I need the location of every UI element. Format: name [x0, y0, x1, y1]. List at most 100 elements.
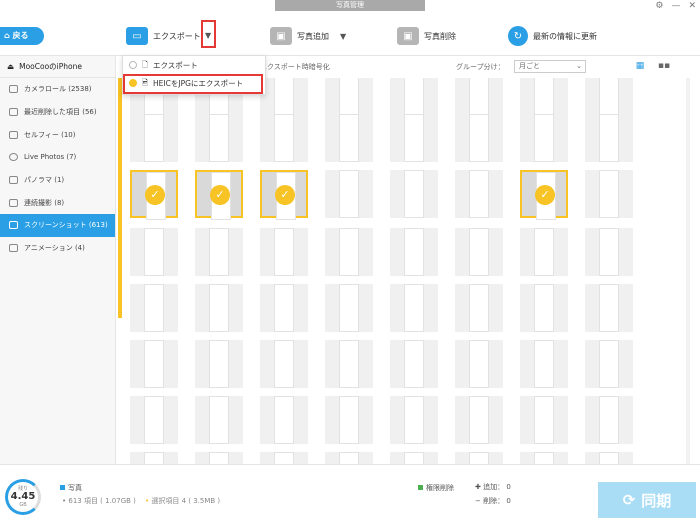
photo-thumbnail[interactable]: [390, 340, 438, 388]
photo-thumbnail[interactable]: [325, 114, 373, 162]
photo-thumbnail[interactable]: ✓: [260, 170, 308, 220]
photo-thumbnail[interactable]: [130, 396, 178, 444]
large-grid-view-icon[interactable]: ▦: [630, 59, 650, 74]
export-dropdown-toggle[interactable]: ▼: [201, 20, 216, 48]
eject-icon[interactable]: ⏏: [7, 62, 14, 71]
photo-thumbnail[interactable]: [260, 396, 308, 444]
photo-thumbnail[interactable]: [260, 228, 308, 276]
photo-thumbnail[interactable]: [195, 114, 243, 162]
export-button[interactable]: ▭ エクスポート: [126, 24, 201, 48]
small-grid-view-icon[interactable]: ▪▪: [654, 59, 674, 74]
photo-thumbnail[interactable]: [325, 228, 373, 276]
sidebar-item-animation[interactable]: アニメーション (4): [0, 237, 115, 260]
photo-thumbnail[interactable]: [195, 452, 243, 464]
user-icon: [9, 130, 18, 139]
photo-thumbnail[interactable]: [260, 340, 308, 388]
photo-thumbnail[interactable]: [520, 452, 568, 464]
photo-thumbnail[interactable]: [585, 170, 633, 218]
screenshot-preview: [274, 114, 294, 162]
group-by-select[interactable]: 月ごと ⌄: [514, 60, 586, 73]
photo-thumbnail[interactable]: [130, 284, 178, 332]
photo-thumbnail[interactable]: [390, 284, 438, 332]
screenshot-preview: [534, 114, 554, 162]
photo-thumbnail[interactable]: [390, 170, 438, 218]
photo-thumbnail[interactable]: [195, 396, 243, 444]
photo-thumbnail[interactable]: [130, 340, 178, 388]
photo-thumbnail[interactable]: [585, 228, 633, 276]
photo-thumbnail[interactable]: [260, 452, 308, 464]
photo-thumbnail[interactable]: [520, 228, 568, 276]
photo-thumbnail[interactable]: [390, 228, 438, 276]
photo-thumbnail[interactable]: [325, 170, 373, 218]
screenshot-preview: [274, 284, 294, 332]
minimize-icon[interactable]: —: [671, 1, 680, 11]
screenshot-preview: [339, 228, 359, 276]
scrollbar[interactable]: [686, 78, 690, 464]
photo-thumbnail[interactable]: [520, 396, 568, 444]
screenshot-preview: [469, 396, 489, 444]
photo-thumbnail[interactable]: [390, 396, 438, 444]
photo-thumbnail[interactable]: [585, 340, 633, 388]
screenshot-preview: [534, 284, 554, 332]
photo-thumbnail[interactable]: [455, 170, 503, 218]
photo-thumbnail[interactable]: [325, 452, 373, 464]
sidebar-item-camera-roll[interactable]: カメラロール (2538): [0, 78, 115, 101]
back-button[interactable]: ⌂ 戻る: [0, 27, 44, 45]
sidebar-item-label: 連続撮影 (8): [24, 198, 65, 207]
photo-thumbnail[interactable]: [260, 284, 308, 332]
photo-thumbnail[interactable]: [520, 284, 568, 332]
camera-icon: [9, 85, 18, 94]
screenshot-icon: [9, 221, 18, 230]
photo-thumbnail[interactable]: [325, 340, 373, 388]
close-icon[interactable]: ✕: [688, 1, 696, 11]
photo-thumbnail[interactable]: [455, 452, 503, 464]
sidebar-item-burst[interactable]: 連続撮影 (8): [0, 191, 115, 214]
screenshot-preview: [469, 284, 489, 332]
photo-thumbnail[interactable]: [130, 114, 178, 162]
photo-thumbnail[interactable]: [585, 114, 633, 162]
chevron-down-icon[interactable]: ▼: [340, 32, 346, 41]
photo-thumbnail[interactable]: [195, 284, 243, 332]
photo-thumbnail[interactable]: ✓: [130, 170, 178, 220]
photo-thumbnail[interactable]: [455, 284, 503, 332]
status-footer: 残り 4.45 GB 写真 • 613 項目 ( 1.07GB ) • 選択項目…: [0, 464, 700, 518]
photo-thumbnail[interactable]: [585, 284, 633, 332]
screenshot-preview: [469, 114, 489, 162]
minus-icon: −: [475, 497, 484, 505]
photo-thumbnail[interactable]: [455, 114, 503, 162]
add-photo-button[interactable]: ▣ 写真追加 ▼: [270, 24, 346, 48]
device-header[interactable]: ⏏ MooCooのiPhone: [0, 56, 115, 78]
photo-thumbnail[interactable]: [195, 228, 243, 276]
photo-thumbnail[interactable]: [585, 452, 633, 464]
settings-icon[interactable]: ⚙: [655, 1, 663, 11]
photo-thumbnail[interactable]: [325, 284, 373, 332]
photo-thumbnail[interactable]: [520, 340, 568, 388]
photo-thumbnail[interactable]: [325, 396, 373, 444]
menu-item-export[interactable]: 🗋 エクスポート: [123, 56, 265, 74]
sidebar-item-recently-deleted[interactable]: 最近削除した項目 (56): [0, 101, 115, 124]
photo-thumbnail[interactable]: [260, 114, 308, 162]
screenshot-preview: [209, 284, 229, 332]
photo-thumbnail[interactable]: [585, 396, 633, 444]
sidebar-item-live-photos[interactable]: Live Photos (7): [0, 146, 115, 169]
photo-thumbnail[interactable]: [520, 114, 568, 162]
photo-thumbnail[interactable]: [130, 452, 178, 464]
photo-thumbnail[interactable]: [390, 114, 438, 162]
sidebar-item-selfie[interactable]: セルフィー (10): [0, 123, 115, 146]
photo-thumbnail[interactable]: ✓: [520, 170, 568, 220]
sidebar-item-panorama[interactable]: パノラマ (1): [0, 169, 115, 192]
photo-thumbnail[interactable]: ✓: [195, 170, 243, 220]
sync-button[interactable]: ⟳ 同期: [598, 482, 696, 518]
photo-thumbnail[interactable]: [130, 228, 178, 276]
encrypt-export-option[interactable]: エクスポート時暗号化: [260, 62, 330, 72]
photo-thumbnail[interactable]: [455, 228, 503, 276]
photo-thumbnail[interactable]: [195, 340, 243, 388]
sidebar-item-screenshots[interactable]: スクリーンショット (613): [0, 214, 115, 237]
delete-photo-button[interactable]: ▣ 写真削除: [397, 24, 456, 48]
photo-thumbnail[interactable]: [455, 340, 503, 388]
photo-thumbnail[interactable]: [390, 452, 438, 464]
refresh-button[interactable]: ↻ 最新の情報に更新: [508, 24, 597, 48]
photo-thumbnail[interactable]: [455, 396, 503, 444]
panorama-icon: [9, 176, 18, 185]
photo-label: 写真: [68, 484, 82, 492]
